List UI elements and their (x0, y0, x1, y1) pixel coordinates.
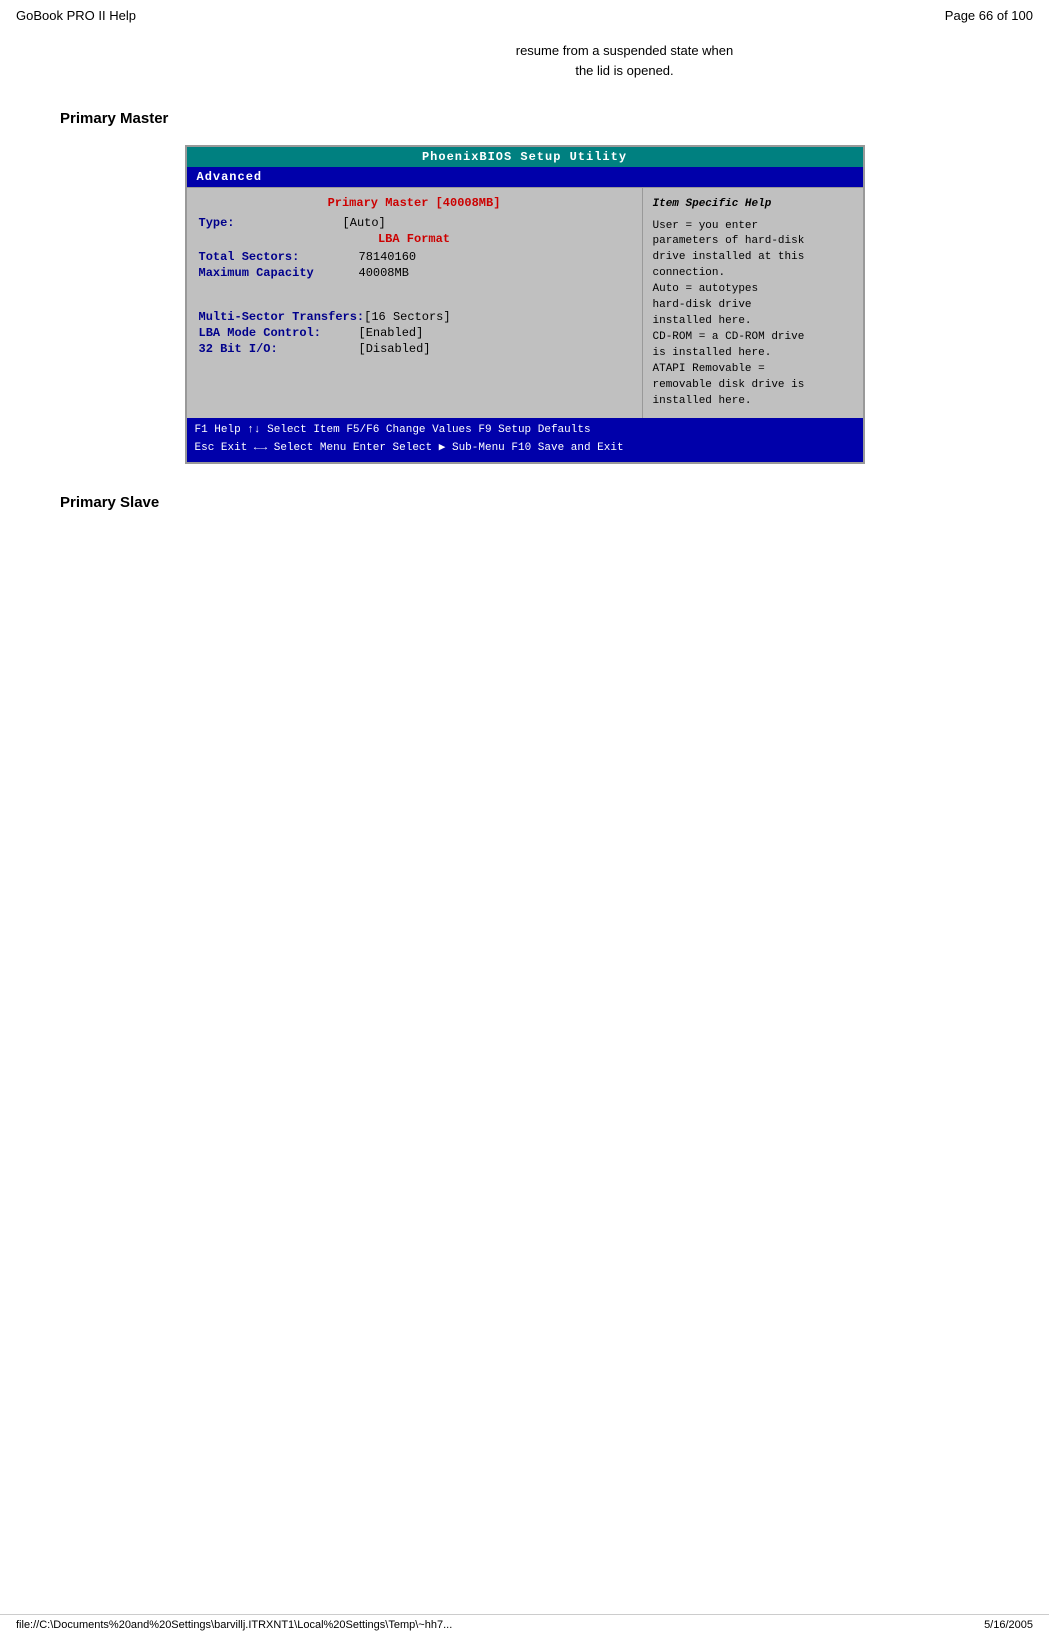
bios-right-panel: Item Specific Help User = you enter para… (643, 188, 863, 418)
intro-line2: the lid is opened. (575, 63, 673, 78)
multi-sector-value: [16 Sectors] (364, 310, 450, 324)
bios-footer-line1: F1 Help ↑↓ Select Item F5/F6 Change Valu… (195, 422, 855, 440)
lba-mode-row: LBA Mode Control: [Enabled] (199, 326, 630, 340)
bios-section-header: Primary Master [40008MB] (199, 196, 630, 210)
intro-text: resume from a suspended state when the l… (260, 41, 989, 80)
max-capacity-value: 40008MB (359, 266, 409, 280)
page-header: GoBook PRO II Help Page 66 of 100 (0, 0, 1049, 31)
type-label: Type: (199, 216, 235, 230)
bit32-value: [Disabled] (359, 342, 431, 356)
bios-left-panel: Primary Master [40008MB] Type: [Auto] LB… (187, 188, 643, 418)
bios-help-text: User = you enter parameters of hard-disk… (653, 219, 853, 410)
item-specific-help-header: Item Specific Help (653, 196, 853, 213)
page-info: Page 66 of 100 (945, 8, 1033, 23)
bit32-label: 32 Bit I/O: (199, 342, 359, 356)
bios-separator (199, 288, 630, 302)
bios-menu: Advanced (187, 167, 863, 187)
page-content: resume from a suspended state when the l… (0, 31, 1049, 581)
bios-type-row: Type: [Auto] (199, 216, 630, 230)
footer-filepath: file://C:\Documents%20and%20Settings\bar… (16, 1619, 452, 1631)
bios-footer: F1 Help ↑↓ Select Item F5/F6 Change Valu… (187, 418, 863, 462)
bios-body: Primary Master [40008MB] Type: [Auto] LB… (187, 187, 863, 418)
primary-master-heading: Primary Master (60, 110, 989, 127)
type-value: [Auto] (343, 216, 386, 230)
bios-footer-line2: Esc Exit ←→ Select Menu Enter Select ▶ S… (195, 440, 855, 458)
footer-date: 5/16/2005 (984, 1619, 1033, 1631)
intro-line1: resume from a suspended state when (516, 43, 734, 58)
multi-sector-label: Multi-Sector Transfers: (199, 310, 365, 324)
total-sectors-label: Total Sectors: (199, 250, 359, 264)
bios-screenshot: PhoenixBIOS Setup Utility Advanced Prima… (185, 145, 865, 464)
page-footer: file://C:\Documents%20and%20Settings\bar… (0, 1614, 1049, 1635)
lba-mode-value: [Enabled] (359, 326, 424, 340)
max-capacity-label: Maximum Capacity (199, 266, 359, 280)
bit32-row: 32 Bit I/O: [Disabled] (199, 342, 630, 356)
max-capacity-row: Maximum Capacity 40008MB (199, 266, 630, 280)
lba-mode-label: LBA Mode Control: (199, 326, 359, 340)
bios-title: PhoenixBIOS Setup Utility (187, 147, 863, 167)
multi-sector-row: Multi-Sector Transfers: [16 Sectors] (199, 310, 630, 324)
app-title: GoBook PRO II Help (16, 8, 136, 23)
primary-slave-heading: Primary Slave (60, 494, 989, 511)
total-sectors-value: 78140160 (359, 250, 417, 264)
total-sectors-row: Total Sectors: 78140160 (199, 250, 630, 264)
lba-format: LBA Format (199, 232, 630, 246)
